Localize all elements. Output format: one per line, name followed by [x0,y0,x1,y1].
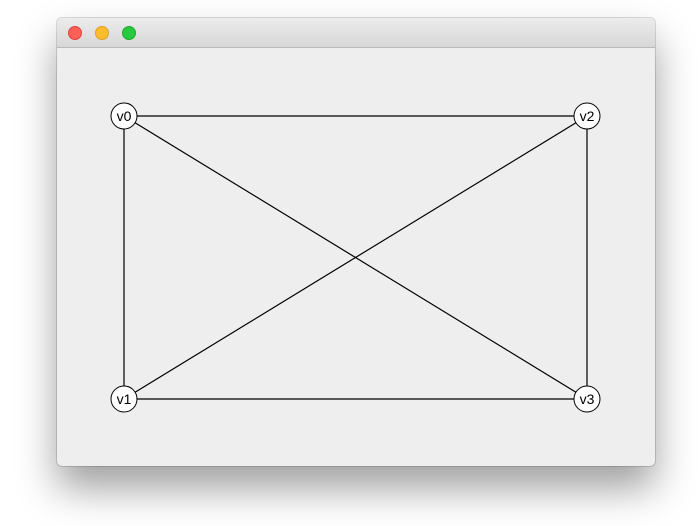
vertex-v1[interactable]: v1 [110,385,138,413]
edges-layer [123,115,588,400]
vertex-v3[interactable]: v3 [573,385,601,413]
vertex-v2[interactable]: v2 [573,102,601,130]
graph-drawing: v0 v1 v2 v3 [110,102,601,413]
vertex-label: v0 [117,108,132,124]
close-button[interactable] [68,26,82,40]
vertex-v0[interactable]: v0 [110,102,138,130]
app-window: v0 v1 v2 v3 [57,18,655,466]
title-bar[interactable] [57,18,655,48]
zoom-button[interactable] [122,26,136,40]
minimize-button[interactable] [95,26,109,40]
graph-canvas: v0 v1 v2 v3 [57,48,655,466]
vertex-label: v1 [117,391,132,407]
vertex-label: v3 [580,391,595,407]
vertex-label: v2 [580,108,595,124]
